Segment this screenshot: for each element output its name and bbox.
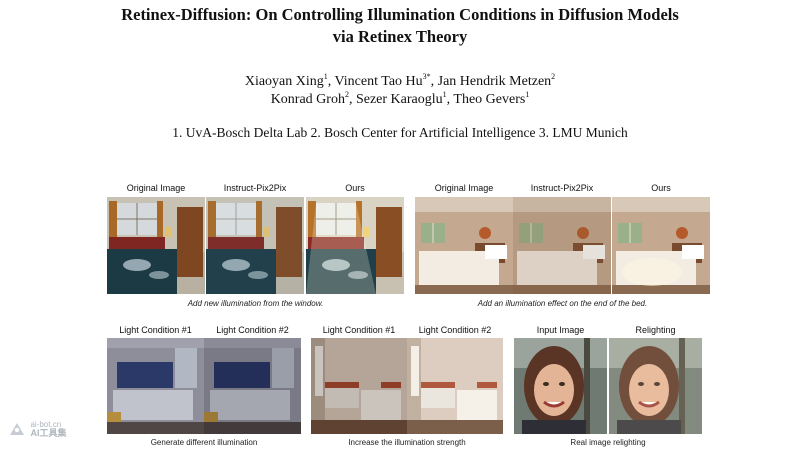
bedroom-window-original-image — [107, 197, 205, 294]
author-affiliation-mark: 3* — [422, 72, 431, 81]
figure-label: Original Image — [434, 183, 494, 193]
author-line-1: Xiaoyan Xing1, Vincent Tao Hu3*, Jan Hen… — [244, 72, 556, 90]
hotel-room-light-1-image — [107, 338, 204, 434]
affiliations: 1. UvA-Bosch Delta Lab 2. Bosch Center f… — [172, 125, 628, 140]
author-affiliation-mark: 2 — [344, 90, 349, 99]
figure-label: Ours — [345, 183, 365, 193]
figure-label: Ours — [651, 183, 671, 193]
watermark-text: AI工具集 — [30, 428, 67, 438]
figure-label: Instruct-Pix2Pix — [530, 183, 594, 193]
author-affiliation-mark: 2 — [551, 72, 556, 81]
author-line-2: Konrad Groh2, Sezer Karaoglu1, Theo Geve… — [270, 90, 530, 108]
twin-bed-light-2-image — [407, 338, 503, 434]
figure-caption: Generate different illumination — [150, 438, 258, 447]
twin-bed-light-1-image — [311, 338, 407, 434]
author-name: Sezer Karaoglu — [355, 92, 443, 107]
figure-caption: Add an illumination effect on the end of… — [477, 299, 648, 308]
author-name: Theo Gevers — [453, 92, 526, 107]
bedroom-window-pix2pix-image — [206, 197, 304, 294]
portrait-relit-image — [609, 338, 702, 434]
author-affiliation-mark: 1 — [323, 72, 328, 81]
figure-label: Instruct-Pix2Pix — [223, 183, 287, 193]
figure-label: Light Condition #2 — [216, 325, 289, 335]
author-name: Vincent Tao Hu — [334, 74, 423, 89]
bed-end-pix2pix-image — [513, 197, 611, 294]
hotel-room-light-2-image — [204, 338, 301, 434]
figure-label: Relighting — [635, 325, 676, 335]
author-name: Konrad Groh — [270, 92, 345, 107]
figure-caption: Increase the illumination strength — [348, 438, 466, 447]
bed-end-ours-image — [612, 197, 710, 294]
bed-end-original-image — [415, 197, 513, 294]
author-affiliation-mark: 1 — [442, 90, 447, 99]
figure-label: Input Image — [536, 325, 585, 335]
figure-label: Light Condition #1 — [322, 325, 396, 335]
watermark-logo-icon — [8, 422, 26, 436]
figure-label: Light Condition #1 — [119, 325, 192, 335]
bedroom-window-ours-image — [306, 197, 404, 294]
paper-title-line-1: Retinex-Diffusion: On Controlling Illumi… — [121, 5, 679, 24]
author-affiliation-mark: 1 — [525, 90, 530, 99]
author-name: Jan Hendrik Metzen — [437, 74, 552, 89]
watermark: ai-bot.cn AI工具集 — [8, 420, 66, 438]
figure-label: Light Condition #2 — [418, 325, 492, 335]
figure-caption: Real image relighting — [570, 438, 646, 447]
paper-title-line-2: via Retinex Theory — [332, 27, 468, 46]
figure-caption: Add new illumination from the window. — [187, 299, 324, 308]
author-name: Xiaoyan Xing — [244, 74, 324, 89]
portrait-input-image — [514, 338, 607, 434]
figure-label: Original Image — [126, 183, 186, 193]
